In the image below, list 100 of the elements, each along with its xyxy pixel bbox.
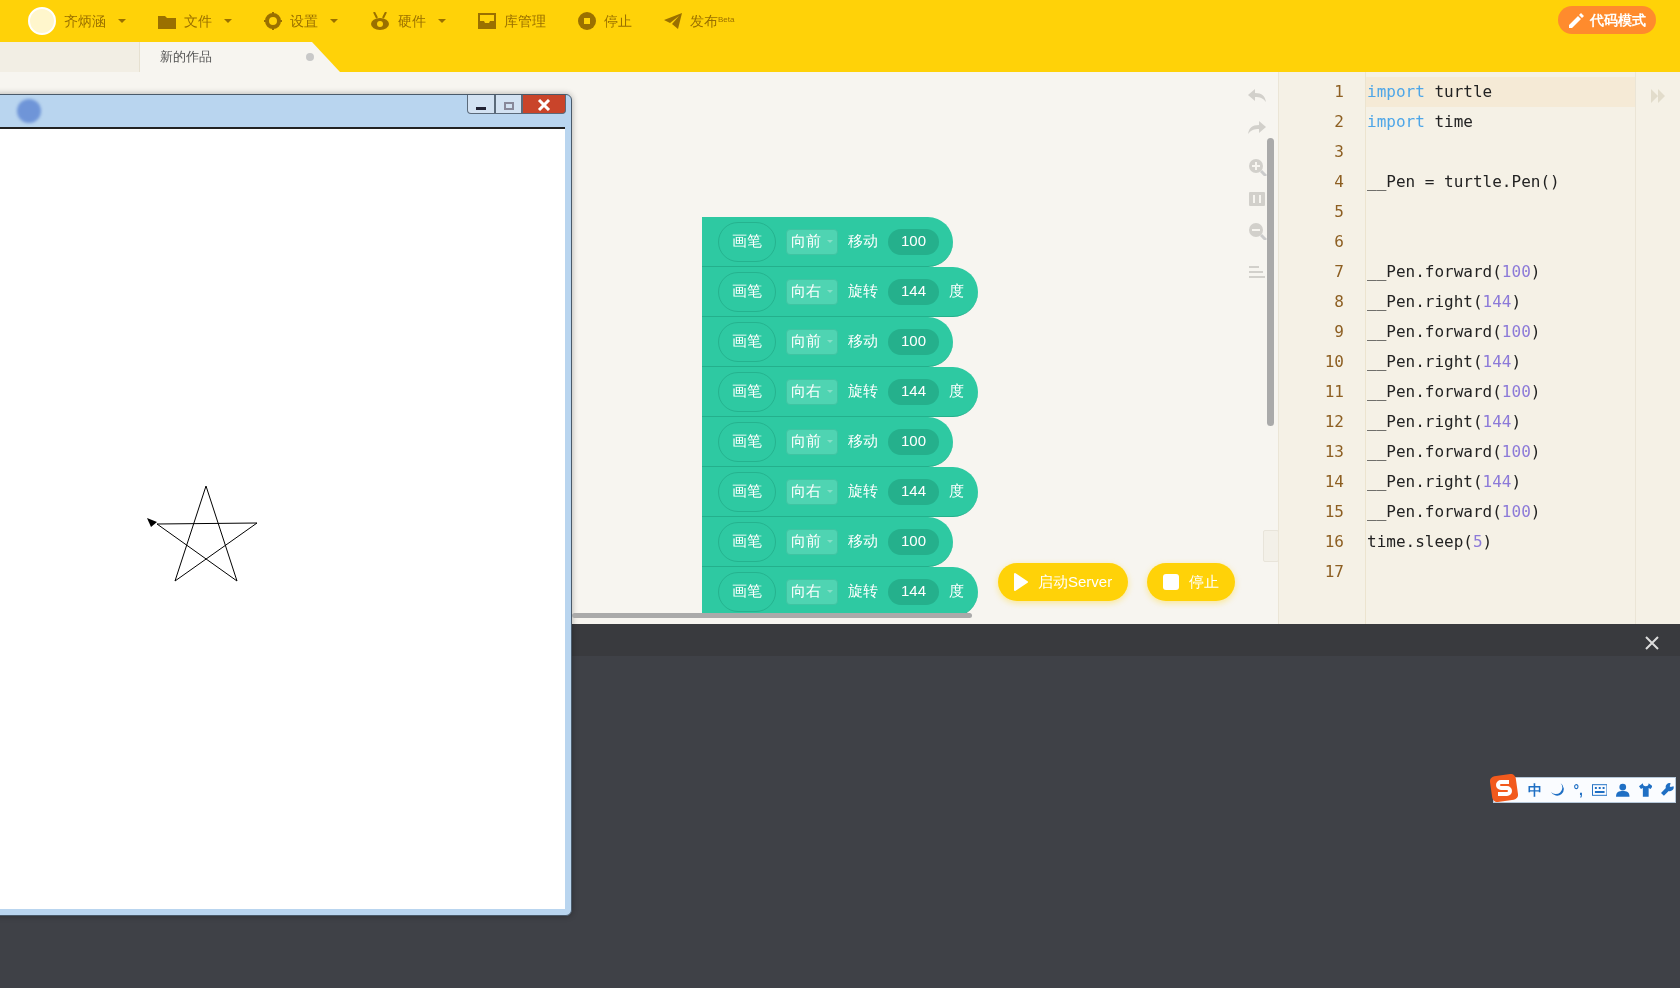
number-input[interactable]: 100	[888, 428, 940, 455]
code-line: __Pen.right(144)	[1366, 351, 1523, 373]
line-number: 13	[1323, 441, 1345, 463]
line-number: 8	[1333, 291, 1345, 313]
line-number: 9	[1333, 321, 1345, 343]
direction-dropdown[interactable]: 向右	[786, 378, 838, 405]
code-block[interactable]: 画笔 向右 旋转 144 度	[702, 367, 978, 417]
line-number: 3	[1333, 141, 1345, 163]
code-line: __Pen.forward(100)	[1366, 261, 1542, 283]
expand-icon[interactable]	[1650, 88, 1666, 104]
direction-dropdown[interactable]: 向前	[786, 528, 838, 555]
block-label: 移动	[848, 231, 878, 252]
shirt-icon[interactable]	[1638, 783, 1653, 797]
block-label: 度	[949, 381, 964, 402]
number-input[interactable]: 100	[888, 328, 940, 355]
menu-item[interactable]: 齐炳涵	[12, 0, 142, 42]
direction-dropdown[interactable]: 向前	[786, 328, 838, 355]
direction-dropdown[interactable]: 向前	[786, 428, 838, 455]
direction-dropdown[interactable]: 向右	[786, 478, 838, 505]
code-mode-button[interactable]: 代码模式	[1558, 6, 1656, 34]
avatar-icon	[28, 7, 56, 35]
close-icon	[537, 99, 551, 111]
wrench-icon[interactable]	[1661, 783, 1675, 797]
window-icon	[17, 99, 41, 123]
line-number: 2	[1333, 111, 1345, 133]
code-line: __Pen.forward(100)	[1366, 381, 1542, 403]
line-number: 1	[1333, 81, 1345, 103]
block-label: 移动	[848, 331, 878, 352]
minimize-icon	[476, 107, 486, 110]
direction-dropdown[interactable]: 向右	[786, 578, 838, 605]
line-number: 7	[1333, 261, 1345, 283]
stop-button[interactable]: 停止	[1147, 563, 1235, 601]
menu-item[interactable]: 文件	[142, 0, 248, 42]
robot-icon	[370, 12, 390, 30]
inbox-icon	[478, 13, 496, 29]
menu-item[interactable]: 硬件	[354, 0, 462, 42]
line-number: 17	[1323, 561, 1345, 583]
code-line: __Pen.forward(100)	[1366, 321, 1542, 343]
block-label: 移动	[848, 531, 878, 552]
number-input[interactable]: 144	[888, 378, 939, 405]
gear-icon	[264, 12, 282, 30]
number-input[interactable]: 144	[888, 578, 939, 605]
play-icon	[1014, 573, 1028, 591]
menu-item[interactable]: 设置	[248, 0, 354, 42]
line-number: 15	[1323, 501, 1345, 523]
code-line: __Pen.forward(100)	[1366, 501, 1542, 523]
menu-item[interactable]: 发布$^{Beta}$	[648, 0, 751, 42]
line-number: 12	[1323, 411, 1345, 433]
number-input[interactable]: 100	[888, 528, 940, 555]
code-block[interactable]: 画笔 向前 移动 100	[702, 517, 953, 567]
folder-icon	[158, 13, 176, 29]
line-number: 16	[1323, 531, 1345, 553]
line-number: 10	[1323, 351, 1345, 373]
code-line: time.sleep(5)	[1366, 531, 1494, 553]
send-icon	[664, 13, 682, 29]
code-line: __Pen = turtle.Pen()	[1366, 171, 1561, 193]
code-line: __Pen.forward(100)	[1366, 441, 1542, 463]
code-line: import time	[1366, 111, 1474, 133]
tab[interactable]: 新的作品	[140, 42, 340, 72]
minimize-button[interactable]	[467, 95, 495, 114]
line-number: 5	[1333, 201, 1345, 223]
code-line: __Pen.right(144)	[1366, 411, 1523, 433]
block-label: 度	[949, 281, 964, 302]
scrollbar[interactable]	[572, 613, 972, 618]
line-number: 11	[1323, 381, 1345, 403]
punctuation-label[interactable]: °,	[1573, 779, 1583, 801]
number-input[interactable]: 144	[888, 478, 939, 505]
code-block[interactable]: 画笔 向右 旋转 144 度	[702, 267, 978, 317]
block-label: 旋转	[848, 381, 878, 402]
user-icon[interactable]	[1616, 783, 1630, 797]
scrollbar[interactable]	[1267, 138, 1274, 426]
line-number: 6	[1333, 231, 1345, 253]
block-label: 移动	[848, 431, 878, 452]
block-label: 旋转	[848, 581, 878, 602]
close-button[interactable]	[522, 95, 566, 114]
code-block[interactable]: 画笔 向前 移动 100	[702, 417, 953, 467]
menu-item[interactable]: 停止	[562, 0, 648, 42]
number-input[interactable]: 144	[888, 278, 939, 305]
direction-dropdown[interactable]: 向右	[786, 278, 838, 305]
maximize-icon	[503, 101, 514, 110]
input-mode-label[interactable]: 中	[1528, 779, 1542, 801]
code-block[interactable]: 画笔 向右 旋转 144 度	[702, 467, 978, 517]
direction-dropdown[interactable]: 向前	[786, 228, 838, 255]
code-block[interactable]: 画笔 向前 移动 100	[702, 317, 953, 367]
maximize-button[interactable]	[495, 95, 522, 114]
code-block[interactable]: 画笔 向前 移动 100	[702, 217, 953, 267]
splitter-handle-icon[interactable]	[1263, 530, 1278, 562]
code-line: __Pen.right(144)	[1366, 291, 1523, 313]
start-server-button[interactable]: 启动Server	[998, 563, 1129, 601]
line-number: 14	[1323, 471, 1345, 493]
turtle-cursor-icon	[147, 518, 157, 527]
code-line: __Pen.right(144)	[1366, 471, 1523, 493]
moon-icon[interactable]	[1551, 783, 1565, 797]
keyboard-icon[interactable]	[1592, 784, 1608, 796]
menu-item[interactable]: 库管理	[462, 0, 562, 42]
block-label: 度	[949, 581, 964, 602]
line-number: 4	[1333, 171, 1345, 193]
block-label: 度	[949, 481, 964, 502]
pencil-icon	[1568, 12, 1584, 28]
number-input[interactable]: 100	[888, 228, 940, 255]
